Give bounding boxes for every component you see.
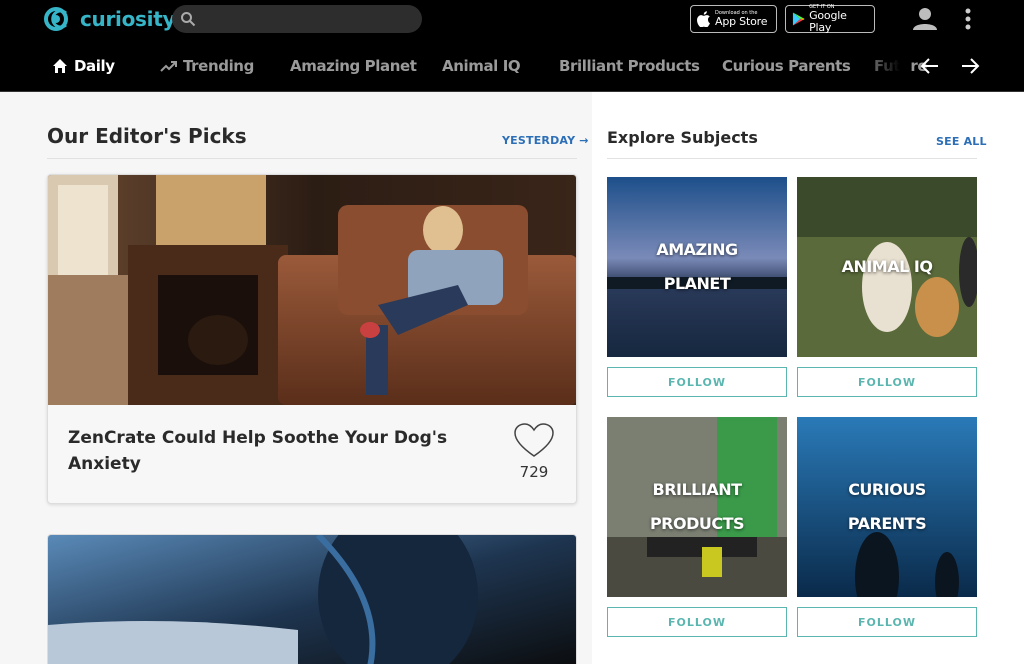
- nav-item-label: Trending: [183, 57, 254, 75]
- nav-item-label: Daily: [74, 57, 115, 75]
- top-bar: curiosity Download on the App Store GET …: [0, 0, 1024, 40]
- nav-item-label: Brilliant Products: [559, 57, 700, 75]
- article-card[interactable]: ZenCrate Could Help Soothe Your Dog's An…: [47, 174, 577, 504]
- follow-button[interactable]: FOLLOW: [797, 607, 977, 637]
- home-icon: [53, 59, 67, 73]
- subject-tile-curious-parents[interactable]: CURIOUS PARENTS: [797, 417, 977, 597]
- subject-label: ANIMAL IQ: [841, 257, 933, 276]
- google-play-button[interactable]: GET IT ON Google Play: [785, 4, 875, 34]
- nav-item-label: Curious Parents: [722, 57, 851, 75]
- nav-item-label: Amazing Planet: [290, 57, 417, 75]
- subject-label: CURIOUS PARENTS: [847, 480, 927, 533]
- nav-item-curious-parents[interactable]: Curious Parents: [722, 40, 851, 91]
- user-account-icon[interactable]: [912, 6, 938, 32]
- article-image[interactable]: [48, 535, 577, 664]
- follow-button[interactable]: FOLLOW: [797, 367, 977, 397]
- nav-item-animal-iq[interactable]: Animal IQ: [442, 40, 521, 91]
- follow-button[interactable]: FOLLOW: [607, 607, 787, 637]
- nav-item-amazing-planet[interactable]: Amazing Planet: [290, 40, 417, 91]
- article-card[interactable]: [47, 534, 577, 664]
- trending-icon: [160, 61, 177, 72]
- app-store-button[interactable]: Download on the App Store: [690, 5, 777, 33]
- like-count: 729: [519, 463, 549, 481]
- follow-button[interactable]: FOLLOW: [607, 367, 787, 397]
- divider: [607, 158, 977, 159]
- nav-item-trending[interactable]: Trending: [160, 40, 254, 91]
- article-image[interactable]: [48, 175, 577, 405]
- logo[interactable]: curiosity: [44, 6, 176, 32]
- google-play-icon: [792, 12, 805, 26]
- nav-fade: [860, 40, 910, 91]
- subject-tile-animal-iq[interactable]: ANIMAL IQ: [797, 177, 977, 357]
- google-play-label: Google Play: [809, 9, 847, 34]
- app-store-label: App Store: [715, 15, 768, 28]
- subject-label: BRILLIANT PRODUCTS: [649, 480, 745, 533]
- heart-icon[interactable]: [514, 423, 554, 459]
- category-nav: Daily Trending Amazing Planet Animal IQ …: [0, 40, 1024, 92]
- explore-subjects-title: Explore Subjects: [607, 128, 758, 147]
- arrow-right-icon[interactable]: [958, 54, 982, 78]
- search-input[interactable]: [172, 5, 422, 33]
- article-title[interactable]: ZenCrate Could Help Soothe Your Dog's An…: [68, 425, 468, 477]
- editors-picks-title: Our Editor's Picks: [47, 124, 247, 148]
- apple-icon: [697, 11, 710, 27]
- subject-tile-brilliant-products[interactable]: BRILLIANT PRODUCTS: [607, 417, 787, 597]
- see-all-link[interactable]: SEE ALL: [936, 135, 987, 148]
- yesterday-link[interactable]: YESTERDAY →: [502, 134, 589, 147]
- more-options-icon[interactable]: [960, 7, 976, 33]
- search-icon: [181, 12, 196, 27]
- arrow-left-icon[interactable]: [918, 54, 942, 78]
- curiosity-logo-icon: [44, 7, 68, 31]
- divider: [47, 158, 577, 159]
- nav-item-brilliant-products[interactable]: Brilliant Products: [559, 40, 700, 91]
- subject-label: AMAZING PLANET: [656, 240, 738, 293]
- nav-item-label: Animal IQ: [442, 57, 521, 75]
- nav-item-daily[interactable]: Daily: [52, 40, 115, 91]
- subject-tile-amazing-planet[interactable]: AMAZING PLANET: [607, 177, 787, 357]
- logo-text: curiosity: [80, 7, 176, 31]
